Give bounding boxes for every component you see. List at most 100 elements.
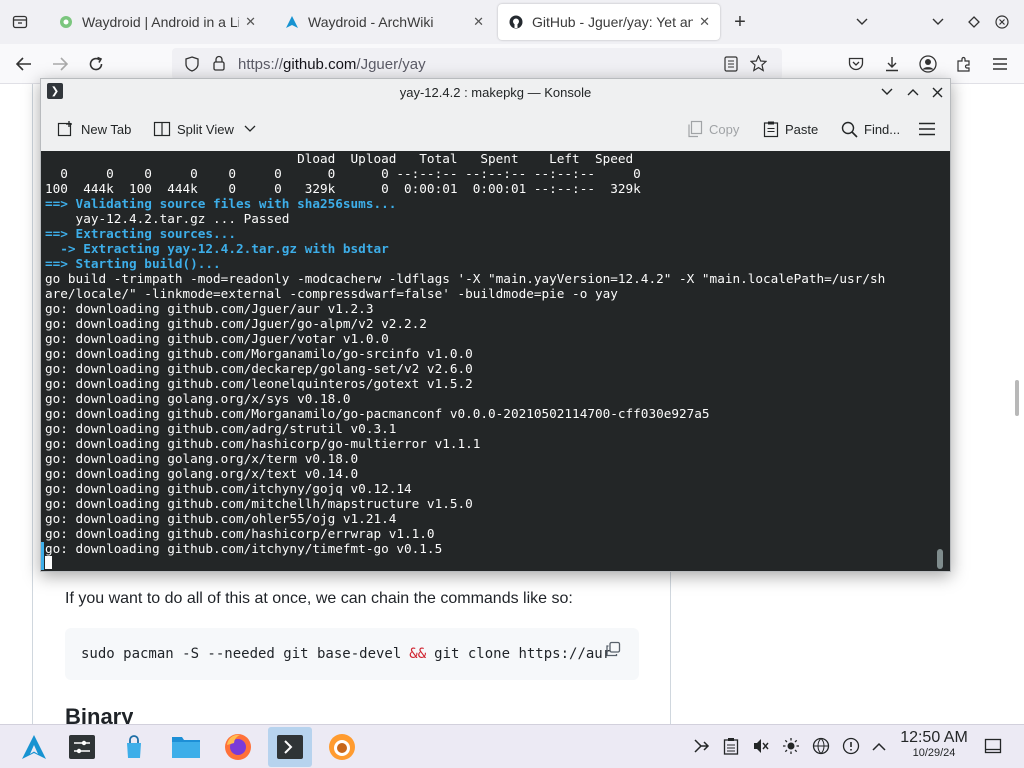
- split-view-button[interactable]: Split View: [153, 117, 262, 141]
- firefox-icon[interactable]: [216, 727, 260, 767]
- konsole-toolbar: New Tab Split View Copy Paste Find...: [41, 105, 950, 151]
- tab-waydroid-site[interactable]: Waydroid | Android in a Li ✕: [48, 4, 266, 40]
- terminal-output[interactable]: Dload Upload Total Spent Left Speed 0 0 …: [41, 151, 950, 571]
- terminal-line-marker: [41, 542, 44, 570]
- copy-button[interactable]: Copy: [687, 117, 739, 141]
- konsole-maximize-icon[interactable]: [903, 82, 923, 102]
- network-icon[interactable]: [810, 735, 832, 757]
- window-title: yay-12.4.2 : makepkg — Konsole: [399, 84, 592, 100]
- waydroid-favicon-icon: [58, 14, 74, 30]
- forward-arrow-icon[interactable]: [48, 52, 72, 76]
- tab-label: Waydroid | Android in a Li: [82, 14, 240, 30]
- konsole-window: yay-12.4.2 : makepkg — Konsole ❯ New Tab…: [40, 78, 951, 572]
- address-bar[interactable]: https://github.com/Jguer/yay: [172, 48, 782, 80]
- terminal-line: go: downloading golang.org/x/text v0.14.…: [45, 466, 359, 481]
- url-host: github.com: [283, 55, 357, 73]
- split-view-icon: [153, 121, 171, 137]
- dolphin-files-icon[interactable]: [164, 727, 208, 767]
- terminal-line: go: downloading github.com/Jguer/aur v1.…: [45, 301, 374, 316]
- code-part-2: git clone https://aur: [434, 646, 612, 662]
- copy-code-icon[interactable]: [605, 641, 623, 659]
- clock-time: 12:50 AM: [900, 729, 968, 746]
- tab-label: GitHub - Jguer/yay: Yet ano: [532, 14, 694, 30]
- terminal-line: Dload Upload Total Spent Left Speed: [45, 151, 634, 166]
- account-icon[interactable]: [916, 52, 940, 76]
- page-scrollbar[interactable]: [1015, 380, 1019, 416]
- konsole-title-bar[interactable]: yay-12.4.2 : makepkg — Konsole: [41, 79, 950, 105]
- brightness-icon[interactable]: [780, 735, 802, 757]
- konsole-close-icon[interactable]: [927, 82, 947, 102]
- terminal-line: 0 0 0 0 0 0 0 0 --:--:-- --:--:-- --:--:…: [45, 166, 641, 181]
- tab-label: Waydroid - ArchWiki: [308, 14, 434, 30]
- pocket-icon[interactable]: [844, 52, 868, 76]
- tracking-shield-icon[interactable]: [184, 56, 200, 76]
- close-tab-icon[interactable]: ✕: [473, 14, 484, 30]
- tab-overview-icon[interactable]: [8, 10, 32, 34]
- konsole-app-icon[interactable]: ❯: [47, 83, 63, 99]
- terminal-line: go: downloading github.com/Jguer/go-alpm…: [45, 316, 427, 331]
- lock-icon[interactable]: [212, 55, 226, 75]
- terminal-line: yay-12.4.2.tar.gz ... Passed: [45, 211, 290, 226]
- find-button[interactable]: Find...: [841, 117, 900, 141]
- browser-tab-bar: Waydroid | Android in a Li ✕ Waydroid - …: [0, 0, 1024, 44]
- search-icon: [841, 121, 858, 138]
- terminal-line: go: downloading github.com/mitchellh/map…: [45, 496, 473, 511]
- tab-archwiki[interactable]: Waydroid - ArchWiki ✕: [274, 4, 494, 40]
- updates-info-icon[interactable]: [840, 735, 862, 757]
- window-close-icon[interactable]: [990, 10, 1014, 34]
- konsole-taskbar-icon[interactable]: [268, 727, 312, 767]
- split-view-label: Split View: [177, 121, 234, 137]
- terminal-line: go: downloading github.com/Morganamilo/g…: [45, 346, 473, 361]
- terminal-line: go: downloading github.com/itchyny/gojq …: [45, 481, 412, 496]
- new-tab-button[interactable]: New Tab: [57, 117, 131, 141]
- digital-clock[interactable]: 12:50 AM 10/29/24: [894, 729, 974, 759]
- terminal-line: go: downloading github.com/hashicorp/err…: [45, 526, 435, 541]
- konsole-menu-hamburger-icon[interactable]: [919, 117, 941, 141]
- new-tab-plus-icon[interactable]: +: [728, 10, 752, 34]
- terminal-line: ==> Validating source files with sha256s…: [45, 196, 397, 211]
- terminal-line: go: downloading github.com/Morganamilo/g…: [45, 406, 710, 421]
- discover-store-icon[interactable]: [112, 727, 156, 767]
- application-launcher-arch-icon[interactable]: [12, 727, 56, 767]
- app-update-fox-icon[interactable]: [320, 727, 364, 767]
- url-scheme: https://: [238, 55, 284, 73]
- terminal-line: go: downloading golang.org/x/sys v0.18.0: [45, 391, 351, 406]
- menu-hamburger-icon[interactable]: [988, 52, 1012, 76]
- terminal-cursor: [45, 556, 52, 569]
- reload-icon[interactable]: [84, 52, 108, 76]
- volume-muted-icon[interactable]: [750, 735, 772, 757]
- terminal-scrollbar[interactable]: [937, 549, 943, 569]
- code-block[interactable]: sudo pacman -S --needed git base-devel &&…: [65, 628, 639, 680]
- chevron-down-icon: [244, 125, 256, 132]
- window-minimize-chevron-icon[interactable]: [926, 10, 950, 34]
- reader-view-icon[interactable]: [724, 56, 738, 76]
- close-tab-icon[interactable]: ✕: [245, 14, 256, 30]
- show-hidden-icons-chevron-up-icon[interactable]: [868, 735, 890, 757]
- downloads-icon[interactable]: [880, 52, 904, 76]
- terminal-line: 100 444k 100 444k 0 0 329k 0 0:00:01 0:0…: [45, 181, 641, 196]
- clock-date: 10/29/24: [912, 747, 956, 759]
- tab-github-yay[interactable]: GitHub - Jguer/yay: Yet ano ✕: [498, 4, 720, 40]
- terminal-line: go: downloading github.com/leonelquinter…: [45, 376, 473, 391]
- new-tab-label: New Tab: [81, 121, 132, 137]
- paste-button[interactable]: Paste: [763, 117, 818, 141]
- system-settings-icon[interactable]: [60, 727, 104, 767]
- readme-paragraph: If you want to do all of this at once, w…: [65, 590, 573, 607]
- clipboard-icon[interactable]: [720, 735, 742, 757]
- terminal-line: -> Extracting yay-12.4.2.tar.gz with bsd…: [45, 241, 389, 256]
- terminal-line: go: downloading github.com/Jguer/votar v…: [45, 331, 389, 346]
- find-label: Find...: [864, 121, 901, 137]
- code-part-1: sudo pacman -S --needed git base-devel: [81, 646, 402, 662]
- terminal-line: go: downloading github.com/ohler55/ojg v…: [45, 511, 397, 526]
- kde-connect-icon[interactable]: [690, 735, 712, 757]
- back-arrow-icon[interactable]: [12, 52, 36, 76]
- copy-icon: [688, 120, 703, 138]
- bookmark-star-icon[interactable]: [749, 54, 768, 76]
- terminal-line: go build -trimpath -mod=readonly -modcac…: [45, 271, 886, 286]
- close-tab-icon[interactable]: ✕: [699, 14, 710, 30]
- window-maximize-icon[interactable]: [962, 10, 986, 34]
- show-desktop-icon[interactable]: [982, 735, 1004, 757]
- tab-list-chevron-icon[interactable]: [850, 10, 874, 34]
- konsole-minimize-icon[interactable]: [877, 82, 897, 102]
- extensions-puzzle-icon[interactable]: [952, 52, 976, 76]
